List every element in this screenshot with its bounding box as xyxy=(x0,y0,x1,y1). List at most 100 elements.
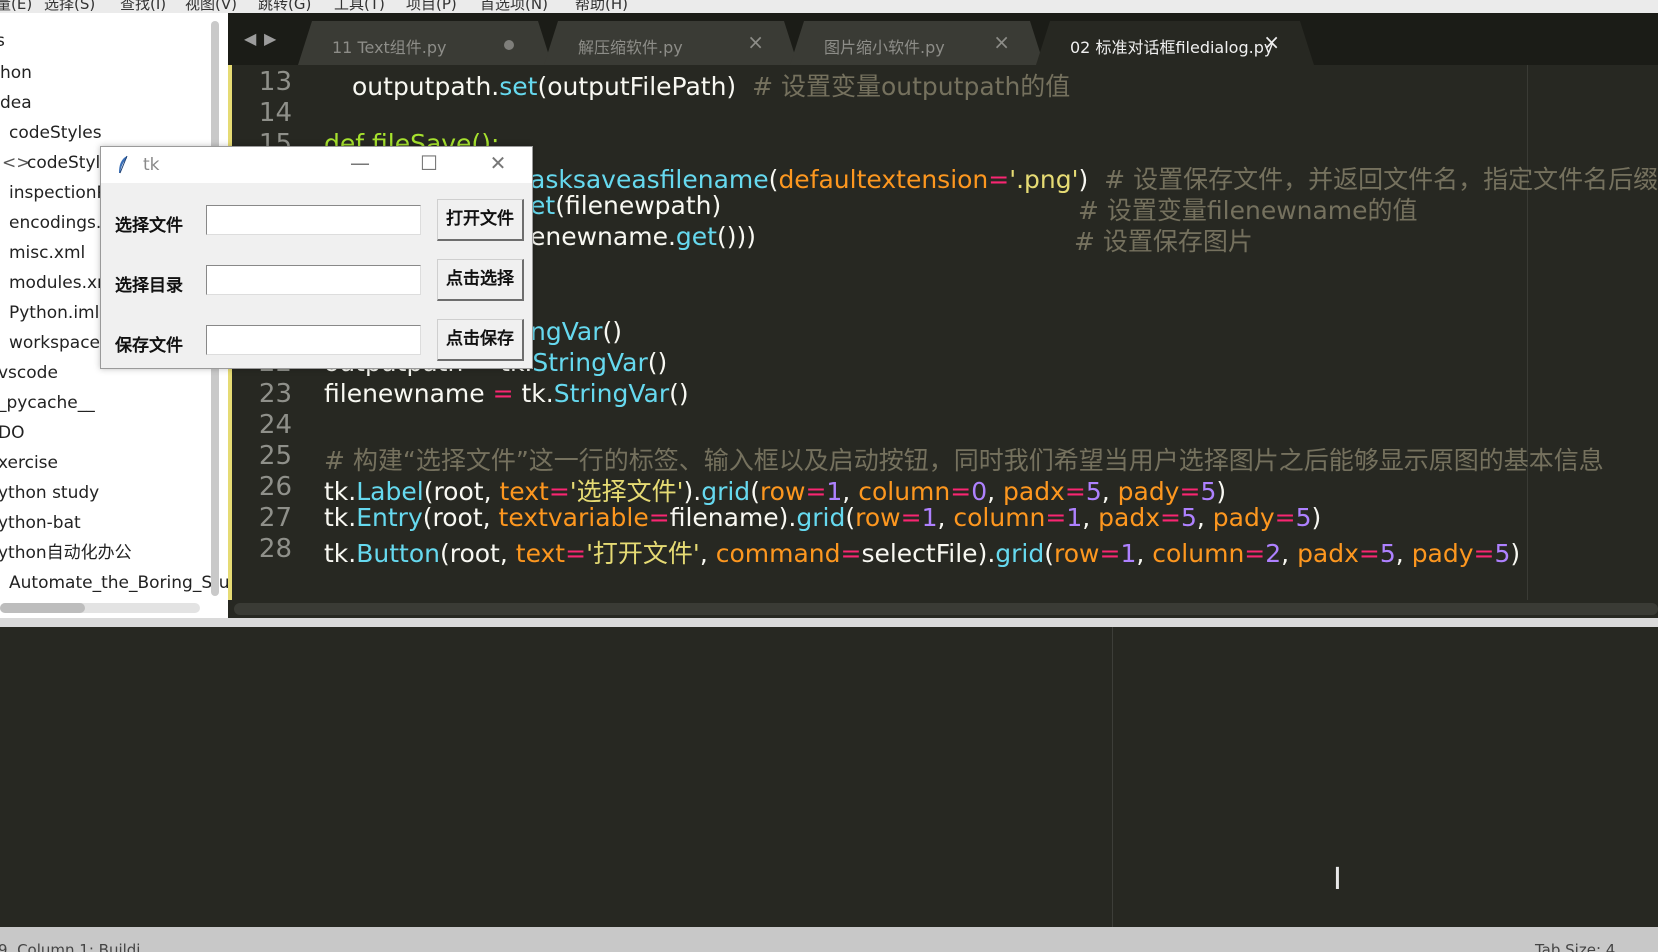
click-select-button[interactable]: 点击选择 xyxy=(437,259,524,301)
tree-item[interactable]: vscode xyxy=(0,359,58,387)
tk-titlebar[interactable]: tk — ☐ ✕ xyxy=(101,147,532,183)
code-token: text xyxy=(515,539,566,568)
tree-item[interactable]: misc.xml xyxy=(9,239,85,267)
tree-item[interactable]: inspectionP xyxy=(9,179,107,207)
menubar: 量(E) 选择(S) 查找(I) 视图(V) 跳转(G) 工具(T) 项目(P)… xyxy=(0,0,1658,13)
code-token: = xyxy=(548,477,570,506)
code-token: 0 xyxy=(971,477,988,506)
tab-label: 图片缩小软件.py xyxy=(824,38,945,57)
tree-item[interactable]: ython-bat xyxy=(0,509,81,537)
tree-item[interactable]: xercise xyxy=(0,449,58,477)
tree-item[interactable]: ython自动化办公 xyxy=(0,539,132,567)
code-token: , xyxy=(1196,503,1213,532)
code-token: command xyxy=(715,539,841,568)
code-token: = xyxy=(1099,539,1121,568)
menu-tools[interactable]: 工具(T) xyxy=(334,0,385,13)
code-token: = xyxy=(805,477,827,506)
code-token: grid xyxy=(796,503,846,532)
code-token: = xyxy=(840,539,862,568)
code-token: column xyxy=(1152,539,1245,568)
line-number: 28 xyxy=(258,534,292,564)
tree-item[interactable]: hon xyxy=(0,59,32,87)
select-dir-entry[interactable] xyxy=(206,265,421,295)
code-token: = xyxy=(1179,477,1201,506)
panel-divider xyxy=(1112,627,1113,927)
code-token: = xyxy=(1358,539,1380,568)
status-bar: 9, Column 1; Buildi Tab Size: 4 xyxy=(0,927,1658,952)
code-token: padx xyxy=(1003,477,1065,506)
code-token: ( xyxy=(750,477,760,506)
status-tab-size[interactable]: Tab Size: 4 xyxy=(1535,941,1615,952)
tree-item[interactable]: ython study xyxy=(0,479,99,507)
save-file-entry[interactable] xyxy=(206,325,421,355)
tab-unzip-software[interactable]: 解压缩软件.py × xyxy=(544,21,798,65)
open-file-button[interactable]: 打开文件 xyxy=(437,199,524,241)
menu-view[interactable]: 视图(V) xyxy=(185,0,237,13)
close-button[interactable]: ✕ xyxy=(475,151,521,175)
menu-edit[interactable]: 量(E) xyxy=(0,0,32,13)
code-token: , xyxy=(1395,539,1412,568)
editor-horizontal-scrollbar[interactable] xyxy=(234,603,1658,615)
tree-item[interactable]: codeStyle xyxy=(27,149,111,177)
code-token: = xyxy=(1045,503,1067,532)
code-token: pady xyxy=(1212,503,1275,532)
code-token: = xyxy=(1160,503,1181,532)
code-token: '打开文件' xyxy=(586,539,700,568)
triangle-right-icon[interactable]: ▶ xyxy=(264,29,276,48)
panel-splitter[interactable] xyxy=(0,618,1658,627)
tab-bar: ◀ ▶ 11 Text组件.py 解压缩软件.py × 图片缩小软件.py × … xyxy=(228,13,1658,65)
code-token: textvariable xyxy=(498,503,649,532)
select-dir-label: 选择目录 xyxy=(115,276,183,296)
code-token: , xyxy=(1101,477,1118,506)
tree-item[interactable]: Automate_the_Boring_Stu xyxy=(9,569,228,597)
close-icon[interactable]: × xyxy=(993,30,1010,54)
code-token: = xyxy=(648,503,670,532)
tree-item[interactable]: s xyxy=(0,27,5,55)
code-token: filename). xyxy=(669,503,797,532)
tree-item[interactable]: encodings.x xyxy=(9,209,111,237)
code-token: padx xyxy=(1297,539,1359,568)
code-line: tk.Button(root, text='打开文件', command=sel… xyxy=(324,534,1520,570)
line-number: 14 xyxy=(258,98,292,128)
code-token: ( xyxy=(1044,539,1055,568)
minimize-button[interactable]: — xyxy=(337,151,383,175)
output-panel[interactable]: I xyxy=(0,627,1658,927)
triangle-left-icon[interactable]: ◀ xyxy=(244,29,256,48)
code-token: tk. xyxy=(324,477,357,506)
menu-goto[interactable]: 跳转(G) xyxy=(258,0,311,13)
code-token: 5 xyxy=(1379,539,1396,568)
code-token: grid xyxy=(995,539,1045,568)
tab-text-component[interactable]: 11 Text组件.py xyxy=(298,21,552,65)
tree-item[interactable]: _pycache__ xyxy=(0,389,95,417)
scroll-thumb[interactable] xyxy=(0,603,85,613)
tab-image-resize[interactable]: 图片缩小软件.py × xyxy=(790,21,1044,65)
menu-preferences[interactable]: 首选项(N) xyxy=(480,0,548,13)
menu-selection[interactable]: 选择(S) xyxy=(44,0,95,13)
maximize-button[interactable]: ☐ xyxy=(406,151,452,175)
code-token: = xyxy=(1064,477,1086,506)
menu-find[interactable]: 查找(I) xyxy=(120,0,166,13)
line-number: 23 xyxy=(258,379,292,409)
menu-project[interactable]: 项目(P) xyxy=(406,0,457,13)
tab-filedialog[interactable]: 02 标准对话框filedialog.py × xyxy=(1036,21,1314,65)
close-icon[interactable]: × xyxy=(1263,30,1280,54)
code-token: ) xyxy=(1510,539,1521,568)
click-save-button[interactable]: 点击保存 xyxy=(437,319,524,361)
close-icon[interactable]: × xyxy=(747,30,764,54)
code-token: row xyxy=(1054,539,1100,568)
tree-item[interactable]: DO xyxy=(0,419,24,447)
menu-help[interactable]: 帮助(H) xyxy=(575,0,628,13)
tree-item[interactable]: Python.iml xyxy=(9,299,99,327)
sidebar-horizontal-scrollbar[interactable] xyxy=(0,603,200,613)
select-file-entry[interactable] xyxy=(206,205,421,235)
modified-dot-icon[interactable] xyxy=(504,40,514,50)
code-token: ) xyxy=(1216,477,1227,506)
tree-item[interactable]: codeStyles xyxy=(9,119,102,147)
tk-dialog-window: tk — ☐ ✕ 选择文件 打开文件 选择目录 点击选择 保存文件 点击保存 xyxy=(100,146,533,369)
tree-item[interactable]: dea xyxy=(0,89,32,117)
select-file-label: 选择文件 xyxy=(115,216,183,236)
code-token: (root, xyxy=(422,503,499,532)
line-number: 27 xyxy=(258,503,292,533)
tree-item[interactable]: modules.xm xyxy=(9,269,114,297)
code-token: pady xyxy=(1117,477,1180,506)
